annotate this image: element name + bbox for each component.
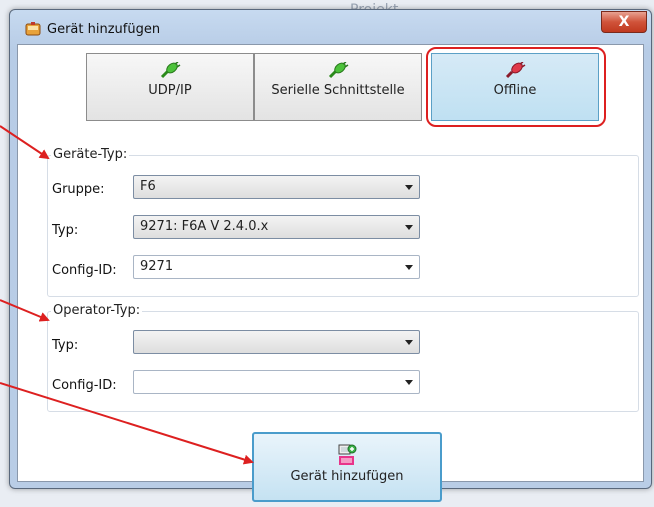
tab-udp-ip[interactable]: UDP/IP [86, 53, 254, 121]
type-label: Typ: [52, 223, 79, 238]
tab-label: UDP/IP [148, 83, 192, 98]
tab-label: Serielle Schnittstelle [271, 83, 405, 98]
operator-type-select[interactable] [133, 330, 420, 354]
config-id-label: Config-ID: [52, 263, 117, 278]
plug-green-icon [328, 62, 349, 79]
add-device-dialog: Gerät hinzufügen X UDP/IP Serielle Schni… [9, 9, 652, 502]
chevron-down-icon [405, 265, 413, 270]
chevron-down-icon [405, 340, 413, 345]
close-button[interactable]: X [601, 11, 647, 33]
device-type-legend: Geräte-Typ: [51, 147, 130, 162]
group-label: Gruppe: [52, 182, 105, 197]
add-device-button[interactable]: Gerät hinzufügen [252, 432, 442, 502]
operator-type-label: Typ: [52, 338, 79, 353]
config-id-combo[interactable]: 9271 [133, 255, 420, 279]
type-value: 9271: F6A V 2.4.0.x [140, 219, 269, 234]
chevron-down-icon [405, 225, 413, 230]
close-icon: X [618, 14, 630, 30]
config-id-value: 9271 [140, 259, 174, 274]
operator-type-group [47, 311, 639, 412]
tab-serial[interactable]: Serielle Schnittstelle [254, 53, 422, 121]
group-value: F6 [140, 179, 156, 194]
group-select[interactable]: F6 [133, 175, 420, 199]
plug-green-icon [160, 62, 181, 79]
annotation-highlight-box [426, 47, 606, 127]
app-icon [25, 22, 41, 36]
operator-type-legend: Operator-Typ: [51, 303, 143, 318]
operator-config-id-combo[interactable] [133, 370, 420, 394]
title-bar: Gerät hinzufügen X [10, 10, 651, 40]
window-title: Gerät hinzufügen [47, 22, 161, 37]
add-device-label: Gerät hinzufügen [290, 469, 404, 484]
chevron-down-icon [405, 380, 413, 385]
add-device-icon [338, 444, 357, 465]
chevron-down-icon [405, 185, 413, 190]
operator-config-id-label: Config-ID: [52, 378, 117, 393]
type-select[interactable]: 9271: F6A V 2.4.0.x [133, 215, 420, 239]
dialog-content: UDP/IP Serielle Schnittstelle Offline Ge… [17, 44, 644, 502]
